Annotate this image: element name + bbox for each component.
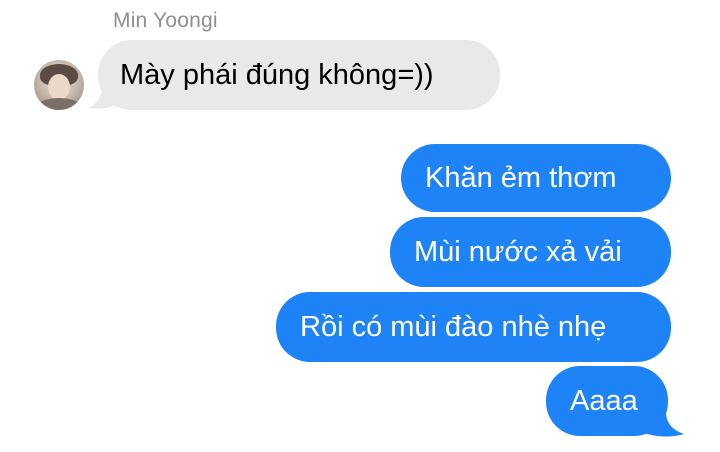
message-bubble-incoming[interactable]: Mày phái đúng không=)) (98, 40, 500, 110)
message-bubble-outgoing[interactable]: Khăn ẻm thơm (401, 144, 671, 212)
sender-name: Min Yoongi (113, 9, 218, 32)
message-text: Aaaa (570, 384, 638, 417)
message-text: Mày phái đúng không=)) (120, 58, 434, 91)
message-bubble-outgoing[interactable]: Aaaa (546, 366, 668, 436)
message-text: Rồi có mùi đào nhè nhẹ (300, 310, 607, 343)
message-text: Mùi nước xả vải (414, 235, 622, 268)
avatar[interactable] (34, 60, 84, 110)
message-text: Khăn ẻm thơm (425, 161, 617, 194)
message-bubble-outgoing[interactable]: Mùi nước xả vải (390, 217, 671, 287)
avatar-shoulders (36, 98, 82, 110)
message-bubble-outgoing[interactable]: Rồi có mùi đào nhè nhẹ (276, 292, 671, 362)
avatar-face (48, 74, 70, 100)
